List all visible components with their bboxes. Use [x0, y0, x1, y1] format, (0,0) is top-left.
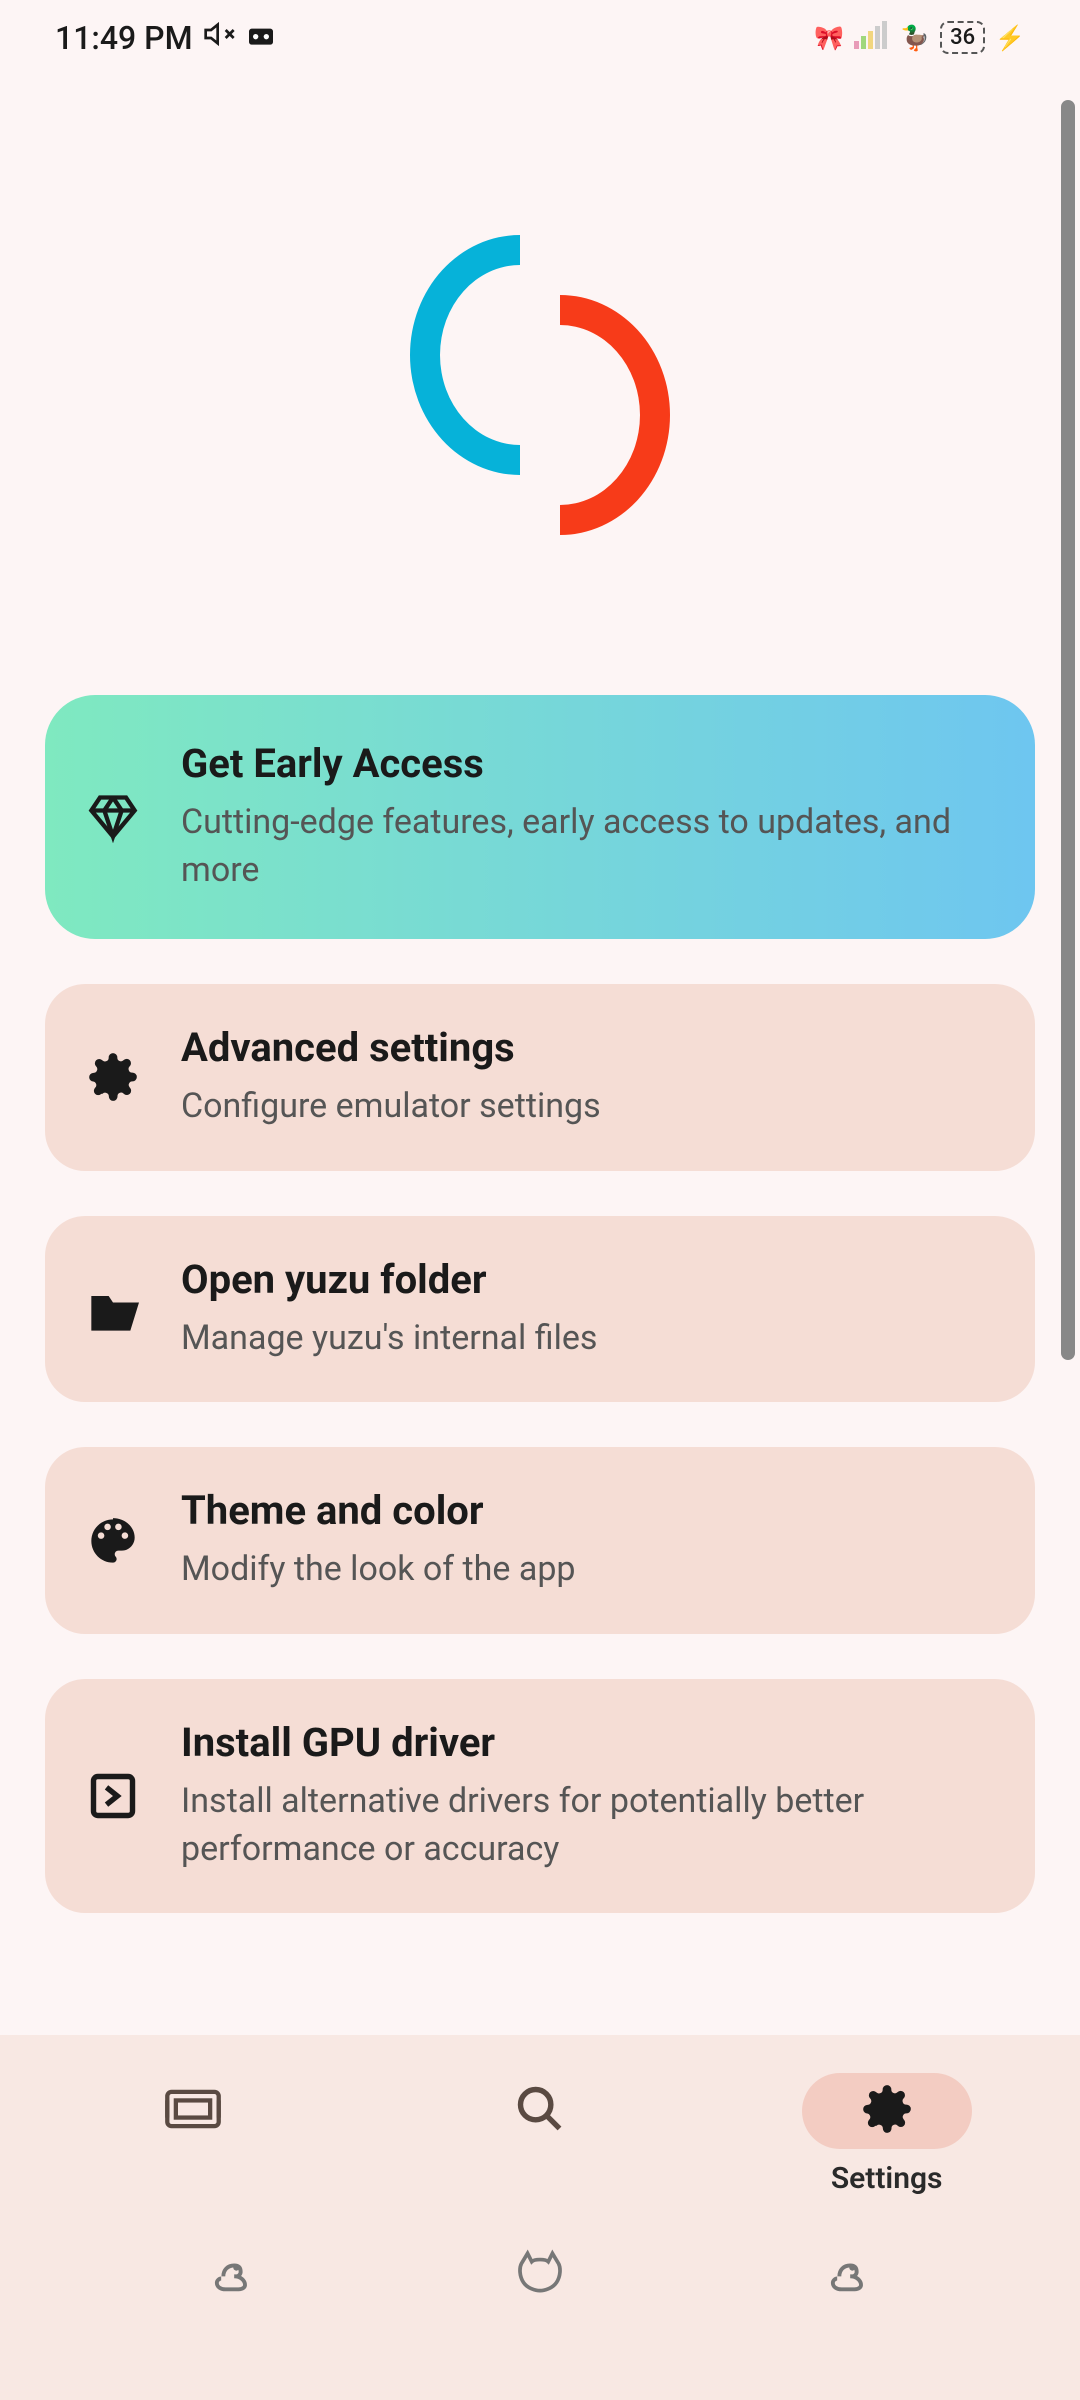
open-folder-subtitle: Manage yuzu's internal files [181, 1315, 995, 1363]
scroll-indicator[interactable] [1061, 100, 1075, 1360]
advanced-settings-card[interactable]: Advanced settings Configure emulator set… [45, 984, 1035, 1171]
nav-games[interactable] [83, 2073, 303, 2149]
nav-settings[interactable]: Settings [777, 2073, 997, 2196]
early-access-subtitle: Cutting-edge features, early access to u… [181, 799, 995, 894]
battery-indicator: 36 [940, 21, 985, 54]
theme-card[interactable]: Theme and color Modify the look of the a… [45, 1447, 1035, 1634]
nav-search[interactable] [430, 2073, 650, 2149]
gpu-driver-subtitle: Install alternative drivers for potentia… [181, 1778, 995, 1873]
mute-icon [203, 18, 235, 58]
open-folder-card[interactable]: Open yuzu folder Manage yuzu's internal … [45, 1216, 1035, 1403]
diamond-icon [85, 789, 141, 845]
logo-section [0, 75, 1080, 695]
palette-icon [85, 1513, 141, 1569]
duck-back-icon[interactable] [206, 2246, 258, 2302]
install-icon [85, 1768, 141, 1824]
theme-subtitle: Modify the look of the app [181, 1546, 995, 1594]
signal-icon [854, 21, 890, 55]
discord-icon [245, 18, 277, 58]
advanced-settings-title: Advanced settings [181, 1024, 995, 1071]
gear-nav-icon [861, 2083, 913, 2139]
theme-title: Theme and color [181, 1487, 995, 1534]
folder-icon [85, 1281, 141, 1337]
search-icon [514, 2083, 566, 2139]
app-logo [380, 205, 700, 565]
early-access-title: Get Early Access [181, 740, 995, 787]
nav-tabs: Settings [0, 2035, 1080, 2216]
system-nav [0, 2216, 1080, 2342]
open-folder-title: Open yuzu folder [181, 1256, 995, 1303]
charging-icon: ⚡ [995, 24, 1025, 52]
gpu-driver-card[interactable]: Install GPU driver Install alternative d… [45, 1679, 1035, 1913]
bow-icon: 🎀 [814, 24, 844, 52]
cat-home-icon[interactable] [511, 2246, 569, 2302]
settings-list[interactable]: Get Early Access Cutting-edge features, … [0, 695, 1080, 2035]
status-right: 🎀 🦆 36 ⚡ [814, 21, 1025, 55]
status-left: 11:49 PM [55, 18, 277, 58]
nav-settings-label: Settings [831, 2161, 943, 2196]
duck-status-icon: 🦆 [900, 24, 930, 52]
gear-icon [85, 1049, 141, 1105]
status-bar: 11:49 PM 🎀 🦆 [0, 0, 1080, 75]
advanced-settings-subtitle: Configure emulator settings [181, 1083, 995, 1131]
gpu-driver-title: Install GPU driver [181, 1719, 995, 1766]
early-access-card[interactable]: Get Early Access Cutting-edge features, … [45, 695, 1035, 939]
bottom-nav: Settings [0, 2035, 1080, 2400]
duck-recent-icon[interactable] [822, 2246, 874, 2302]
cartridge-icon [163, 2083, 223, 2139]
status-time: 11:49 PM [55, 19, 193, 57]
